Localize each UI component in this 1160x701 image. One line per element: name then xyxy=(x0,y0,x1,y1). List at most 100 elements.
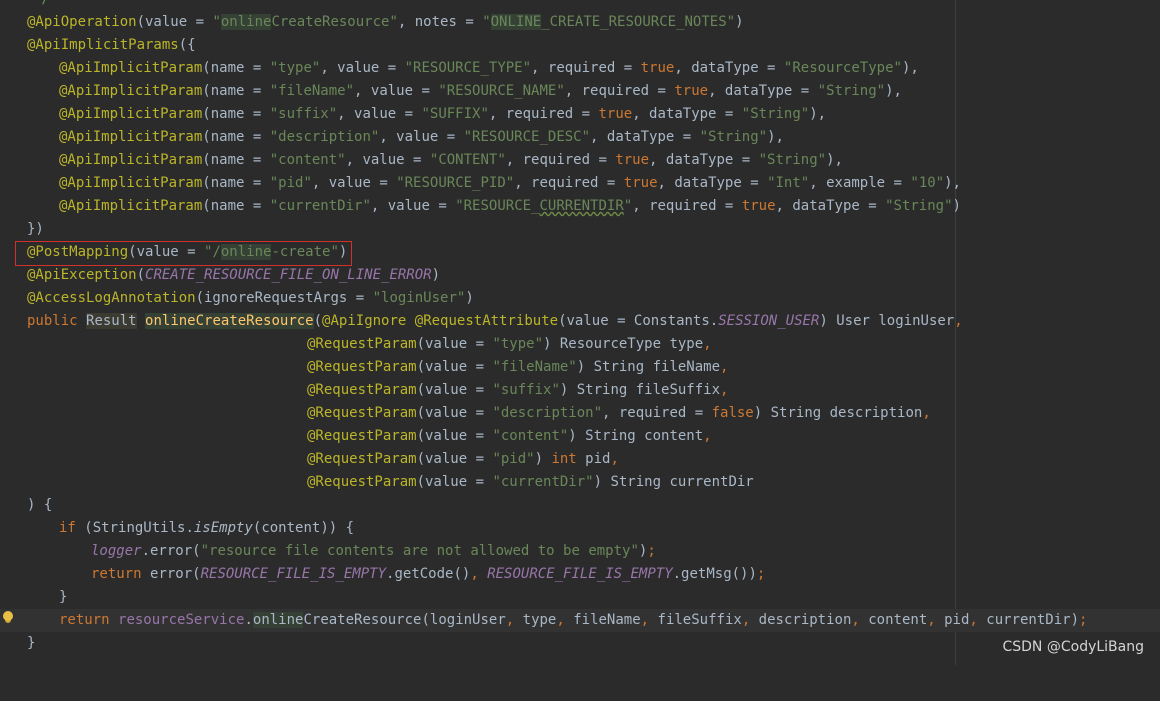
string-literal: _CREATE_RESOURCE_NOTES" xyxy=(541,14,736,30)
code-token: , xyxy=(969,612,987,628)
code-line: } xyxy=(0,586,1160,609)
code-line: @RequestParam(value = "currentDir") Stri… xyxy=(0,471,1160,494)
code-token: ) xyxy=(465,290,474,306)
annotation-name: @ApiImplicitParam xyxy=(59,60,203,76)
class-highlight: Result xyxy=(86,313,137,329)
code-token: ; xyxy=(1079,612,1088,628)
code-token: ) String description xyxy=(753,405,923,421)
highlight-box xyxy=(15,241,352,266)
code-lines: */ @ApiOperation(value = "onlineCreateRe… xyxy=(0,0,1160,665)
code-token: (ignoreRequestArgs = xyxy=(195,290,373,306)
string-literal: "CONTENT" xyxy=(429,152,506,168)
lightbulb-icon[interactable] xyxy=(3,611,13,621)
typo-underline: CURRENTDIR xyxy=(539,198,624,214)
code-token: (name = xyxy=(202,175,270,191)
code-token: ) xyxy=(952,198,961,214)
string-literal: "String" xyxy=(758,152,827,168)
string-literal: "String" xyxy=(699,129,768,145)
annotation-name: @ApiIgnore xyxy=(322,313,415,329)
string-literal: "RESOURCE_DESC" xyxy=(463,129,591,145)
string-literal: "currentDir" xyxy=(269,198,371,214)
code-token: . xyxy=(244,612,253,628)
occurrence-highlight: online xyxy=(252,612,304,628)
code-token: , example = xyxy=(809,175,911,191)
code-token: ), xyxy=(826,152,843,168)
code-token: , xyxy=(470,566,488,582)
code-token: , xyxy=(703,336,712,352)
code-token: , dataType = xyxy=(590,129,700,145)
code-token: ) xyxy=(735,14,744,30)
code-token: , value = xyxy=(370,198,456,214)
code-line: @ApiImplicitParam(name = "type", value =… xyxy=(0,57,1160,80)
code-token: (name = xyxy=(202,129,270,145)
code-token: , value = xyxy=(311,175,397,191)
occurrence-highlight: online xyxy=(220,14,272,30)
string-literal: "String" xyxy=(741,106,810,122)
string-literal: "type" xyxy=(269,60,321,76)
code-line: }) xyxy=(0,218,1160,241)
string-literal: "String" xyxy=(885,198,953,214)
string-literal: "content" xyxy=(492,428,569,444)
code-token: (StringUtils. xyxy=(84,520,194,536)
keyword: false xyxy=(711,405,754,421)
code-token: ), xyxy=(944,175,961,191)
string-literal: "pid" xyxy=(269,175,312,191)
code-line: @ApiImplicitParam(name = "pid", value = … xyxy=(0,172,1160,195)
code-line: @RequestParam(value = "pid") int pid, xyxy=(0,448,1160,471)
code-token: ) User loginUser xyxy=(819,313,955,329)
annotation-name: @RequestParam xyxy=(307,405,417,421)
code-token: error( xyxy=(150,566,201,582)
string-literal: " xyxy=(623,198,633,214)
code-token: , xyxy=(556,612,574,628)
code-token: , xyxy=(640,612,658,628)
code-line: @ApiImplicitParam(name = "description", … xyxy=(0,126,1160,149)
string-literal: "Int" xyxy=(767,175,810,191)
code-token: (loginUser xyxy=(421,612,506,628)
code-token: ; xyxy=(756,566,766,582)
code-token: content xyxy=(868,612,928,628)
code-token: , xyxy=(720,359,729,375)
code-token: ( xyxy=(313,313,323,329)
code-token: , xyxy=(505,612,523,628)
string-literal: "description" xyxy=(269,129,380,145)
annotation-name: @RequestParam xyxy=(307,336,417,352)
code-token: ; xyxy=(647,543,656,559)
code-token: ), xyxy=(885,83,902,99)
constant-field: SESSION_USER xyxy=(718,313,820,329)
string-literal: "RESOURCE_ xyxy=(455,198,540,214)
code-token: CreateResource xyxy=(303,612,422,628)
annotation-name: @ApiException xyxy=(27,267,137,283)
code-line: @RequestParam(value = "suffix") String f… xyxy=(0,379,1160,402)
string-literal: "description" xyxy=(492,405,603,421)
code-token: fileSuffix xyxy=(657,612,742,628)
annotation-name: @ApiImplicitParam xyxy=(59,175,203,191)
code-line: ) { xyxy=(0,494,1160,517)
code-token: ( xyxy=(136,267,146,283)
code-token: }) xyxy=(27,221,44,237)
code-editor[interactable]: */ @ApiOperation(value = "onlineCreateRe… xyxy=(0,0,1160,665)
keyword: return xyxy=(59,612,119,628)
field-reference: resourceService xyxy=(118,612,245,628)
code-token: type xyxy=(522,612,557,628)
code-token: , required = xyxy=(488,106,599,122)
code-token: pid xyxy=(585,451,611,467)
code-token: ) { xyxy=(27,497,53,513)
code-line: @ApiImplicitParam(name = "currentDir", v… xyxy=(0,195,1160,218)
annotation-name: @ApiImplicitParam xyxy=(59,152,203,168)
code-token: (name = xyxy=(202,198,270,214)
string-literal: "RESOURCE_TYPE" xyxy=(404,60,532,76)
code-token: , required = xyxy=(514,175,624,191)
code-token: , xyxy=(741,612,759,628)
annotation-name: @AccessLogAnnotation xyxy=(27,290,196,306)
keyword: return xyxy=(91,566,151,582)
code-line: } xyxy=(0,632,1160,655)
code-token: (content)) { xyxy=(252,520,355,536)
occurrence-highlight: ONLINE xyxy=(490,14,542,30)
string-literal: " xyxy=(212,14,221,30)
code-token: (value = xyxy=(416,451,493,467)
code-token: , dataType = xyxy=(674,60,784,76)
code-line: @RequestParam(value = "description", req… xyxy=(0,402,1160,425)
code-line: @RequestParam(value = "type") ResourceTy… xyxy=(0,333,1160,356)
code-line: @ApiImplicitParam(name = "fileName", val… xyxy=(0,80,1160,103)
